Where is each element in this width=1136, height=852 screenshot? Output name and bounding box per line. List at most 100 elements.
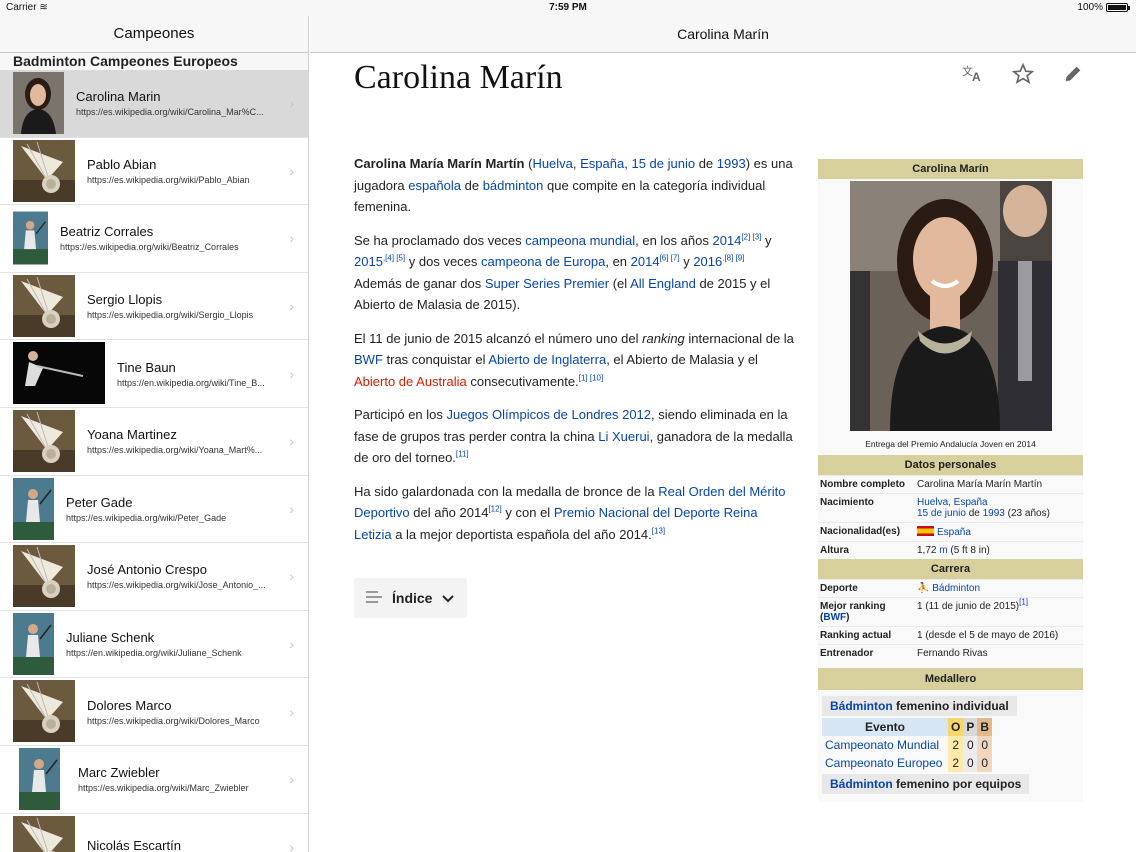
list-item[interactable]: Dolores Marco https://es.wikipedia.org/wi… (0, 678, 308, 746)
list-item[interactable]: Nicolás Escartín › (0, 813, 308, 852)
paragraph-5: Ha sido galardonada con la medalla de br… (354, 483, 786, 542)
article-view[interactable]: Carolina Marín 文A Carolina María Marín M… (310, 53, 1136, 852)
link-2014[interactable]: 2014 (712, 233, 741, 248)
list-item[interactable]: Marc Zwiebler https://es.wikipedia.org/wi… (0, 745, 308, 814)
link-super-series[interactable]: Super Series Premier (485, 276, 609, 291)
ref[interactable]: [1] (1019, 598, 1028, 607)
table-row: Campeonato Mundial 2 0 0 (822, 736, 993, 754)
list-item[interactable]: Sergio Llopis https://es.wikipedia.org/wi… (0, 272, 308, 341)
chevron-right-icon: › (289, 162, 294, 179)
portrait-image (849, 181, 1052, 431)
ref[interactable]: [11] (456, 450, 469, 459)
list-item-url: https://es.wikipedia.org/wiki/Marc_Zwieb… (78, 783, 249, 794)
thumbnail (13, 274, 75, 337)
link-bwf[interactable]: BWF (354, 352, 383, 367)
link-badminton-medal-2[interactable]: Bádminton (830, 777, 893, 791)
link-huelva-espana[interactable]: Huelva, España (917, 497, 988, 508)
list-item-url: https://en.wikipedia.org/wiki/Tine_B... (117, 377, 265, 388)
link-15-junio-ib[interactable]: 15 de junio (917, 508, 966, 519)
link-1993[interactable]: 1993 (717, 156, 746, 171)
list-item[interactable]: Tine Baun https://en.wikipedia.org/wiki/T… (0, 340, 308, 408)
infobox-photo[interactable] (818, 179, 1083, 436)
link-1993-ib[interactable]: 1993 (983, 508, 1005, 519)
thumbnail (13, 72, 64, 134)
thumbnail (13, 139, 75, 202)
link-badminton-medal[interactable]: Bádminton (830, 699, 893, 713)
link-all-england[interactable]: All England (630, 276, 696, 291)
link-2015[interactable]: 2015 (354, 254, 383, 269)
list-item-name: Yoana Martinez (87, 427, 177, 443)
link-campeonato-europeo[interactable]: Campeonato Europeo (825, 756, 942, 770)
list-item-name: Tine Baun (117, 359, 176, 375)
article-toolbar: 文A (960, 62, 1086, 85)
chevron-right-icon: › (289, 365, 294, 382)
paragraph-2: Se ha proclamado dos veces campeona mund… (354, 232, 772, 313)
link-espana-ib[interactable]: España (937, 527, 971, 538)
list-item-name: Beatriz Corrales (60, 224, 154, 240)
link-espanola[interactable]: española (408, 178, 461, 193)
link-2014b[interactable]: 2014 (631, 254, 660, 269)
ref[interactable]: [13] (652, 526, 665, 535)
header-evento: Evento (822, 718, 948, 736)
row-entrenador: Entrenador Fernando Rivas (818, 644, 1083, 662)
chevron-right-icon: › (289, 568, 294, 585)
list-item[interactable]: Pablo Abian https://es.wikipedia.org/wiki… (0, 137, 308, 206)
thumbnail (13, 815, 75, 852)
list-item-url: https://es.wikipedia.org/wiki/Beatriz_Co… (60, 242, 239, 253)
link-abierto-australia[interactable]: Abierto de Australia (354, 374, 467, 389)
list-item[interactable]: Beatriz Corrales https://es.wikipedia.org… (0, 205, 308, 273)
link-bwf-ib[interactable]: BWF (823, 612, 846, 623)
link-campeonato-mundial[interactable]: Campeonato Mundial (825, 738, 939, 752)
link-badminton[interactable]: bádminton (483, 178, 544, 193)
list-item-name: José Antonio Crespo (87, 562, 207, 578)
list-item-name: Dolores Marco (87, 697, 172, 713)
link-15-junio[interactable]: 15 de junio (631, 156, 695, 171)
ref[interactable]: [6] [7] (660, 254, 680, 263)
chevron-right-icon: › (289, 771, 294, 788)
link-espana[interactable]: España (580, 156, 624, 171)
link-li-xuerui[interactable]: Li Xuerui (598, 429, 649, 444)
list-item-name: Carolina Marin (76, 89, 161, 105)
ref[interactable]: [2] [3] (741, 232, 761, 241)
header-bronce: B (977, 718, 993, 736)
list-item[interactable]: José Antonio Crespo https://es.wikipedia.… (0, 543, 308, 611)
list-item-name: Nicolás Escartín (87, 837, 181, 852)
status-bar: Carrier ≋ 7:59 PM 100% (0, 0, 1136, 16)
chevron-right-icon: › (289, 636, 294, 653)
list-item[interactable]: Carolina Marin https://es.wikipedia.org/w… (0, 70, 308, 138)
table-of-contents-button[interactable]: Índice (354, 578, 467, 618)
list-item-name: Juliane Schenk (66, 630, 155, 646)
translate-icon[interactable]: 文A (960, 63, 986, 85)
photo-caption: Entrega del Premio Andalucía Joven en 20… (865, 439, 1036, 449)
link-campeona-europa[interactable]: campeona de Europa (481, 254, 605, 269)
clock: 7:59 PM (549, 2, 587, 13)
thumbnail (13, 477, 54, 540)
list-item[interactable]: Yoana Martinez https://es.wikipedia.org/w… (0, 407, 308, 476)
ref[interactable]: ,[4] [5] (383, 254, 405, 263)
list-item-name: Marc Zwiebler (78, 765, 160, 781)
row-ranking-actual: Ranking actual 1 (desde el 5 de mayo de 2… (818, 626, 1083, 644)
link-2016[interactable]: 2016 (693, 254, 722, 269)
category-equipos: Bádminton femenino por equipos (822, 774, 1030, 794)
edit-pencil-icon[interactable] (1060, 63, 1086, 85)
chevron-down-icon (442, 590, 455, 606)
category-individual: Bádminton femenino individual (822, 696, 1017, 716)
list-item-url: https://es.wikipedia.org/wiki/Dolores_Ma… (87, 715, 260, 726)
link-abierto-inglaterra[interactable]: Abierto de Inglaterra (488, 352, 606, 367)
star-icon[interactable] (1010, 62, 1036, 85)
link-badminton-ib[interactable]: Bádminton (932, 583, 980, 594)
chevron-right-icon: › (289, 838, 294, 852)
list-item[interactable]: Juliane Schenk https://en.wikipedia.org/w… (0, 610, 308, 679)
ref[interactable]: .[8] [9] (722, 254, 744, 263)
medallero-title: Medallero (818, 668, 1083, 690)
link-juegos-olimpicos[interactable]: Juegos Olímpicos de Londres 2012 (447, 407, 652, 422)
list-item[interactable]: Peter Gade https://es.wikipedia.org/wiki/… (0, 475, 308, 544)
ref[interactable]: [1] [10] (579, 373, 603, 382)
section-personal: Datos personales (818, 455, 1083, 475)
row-altura: Altura 1,72 m (5 ft 8 in) (818, 541, 1083, 559)
ref[interactable]: [12] (488, 505, 501, 514)
link-campeona-mundial[interactable]: campeona mundial (525, 233, 635, 248)
row-nacionalidad: Nacionalidad(es) España (818, 522, 1083, 541)
link-metro[interactable]: m (939, 545, 947, 556)
link-huelva[interactable]: Huelva (532, 156, 572, 171)
